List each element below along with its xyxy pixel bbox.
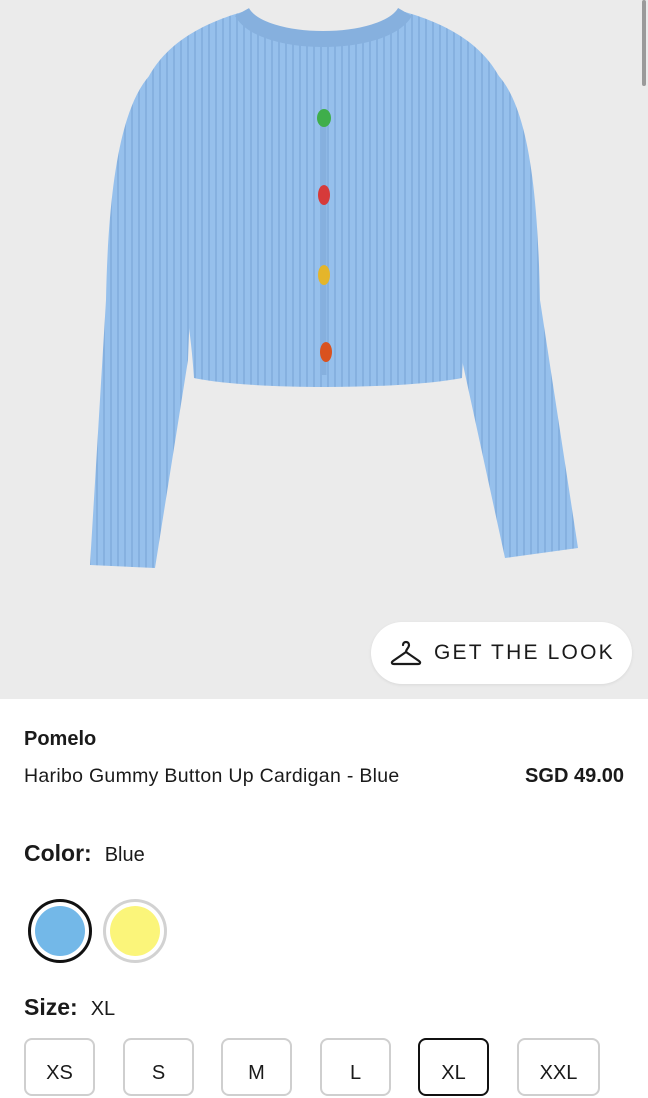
swatch-fill-blue	[35, 906, 85, 956]
selected-color-value: Blue	[104, 844, 145, 866]
gummy-button-yellow	[318, 265, 330, 285]
size-option-l[interactable]: L	[320, 1038, 391, 1096]
size-selector-header: Size: XL	[24, 994, 115, 1022]
get-the-look-button[interactable]: GET THE LOOK	[371, 622, 632, 684]
size-option-xl[interactable]: XL	[418, 1038, 489, 1096]
product-name: Haribo Gummy Button Up Cardigan - Blue	[24, 765, 400, 787]
scrollbar[interactable]	[642, 0, 646, 86]
size-option-xxl[interactable]: XXL	[517, 1038, 600, 1096]
size-options: XS S M L XL XXL	[24, 1038, 624, 1098]
gummy-button-red	[318, 185, 330, 205]
size-label: Size:	[24, 994, 78, 1020]
color-selector-header: Color: Blue	[24, 840, 145, 868]
selected-size-value: XL	[90, 998, 116, 1020]
gummy-button-green	[317, 109, 331, 127]
product-price: SGD 49.00	[525, 765, 624, 787]
hanger-icon	[390, 640, 422, 666]
product-image	[90, 7, 578, 568]
color-swatch-blue[interactable]	[28, 899, 92, 963]
color-label: Color:	[24, 840, 92, 866]
swatch-fill-yellow	[110, 906, 160, 956]
gummy-button-orange	[320, 342, 332, 362]
size-option-xs[interactable]: XS	[24, 1038, 95, 1096]
color-swatch-yellow[interactable]	[103, 899, 167, 963]
get-the-look-label: GET THE LOOK	[434, 641, 615, 664]
product-image-area: GET THE LOOK	[0, 0, 648, 699]
product-brand[interactable]: Pomelo	[24, 728, 96, 751]
size-option-s[interactable]: S	[123, 1038, 194, 1096]
size-option-m[interactable]: M	[221, 1038, 292, 1096]
